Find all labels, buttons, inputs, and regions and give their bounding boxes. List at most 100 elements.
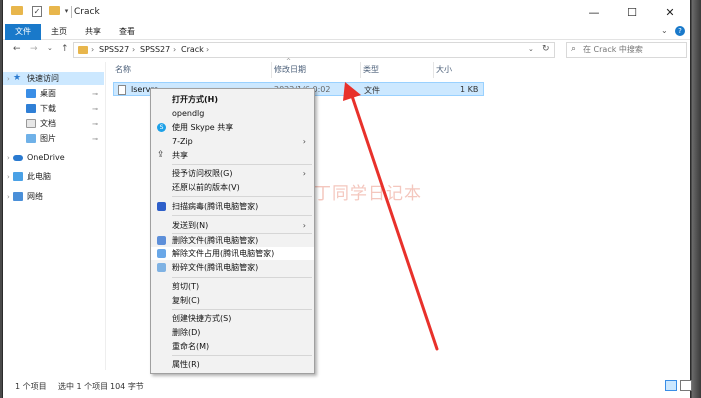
address-bar[interactable]: › SPSS27 › SPSS27 › Crack › ⌄ ↻ [73,42,555,58]
menu-item-label: 粉碎文件(腾讯电脑管家) [172,263,259,272]
recent-locations-icon[interactable]: ⌄ [47,44,53,52]
pictures-icon [26,134,36,143]
submenu-arrow-icon: › [302,169,306,178]
menu-item-share[interactable]: ⇪ 共享 [151,149,314,162]
minimize-button[interactable]: — [577,0,611,24]
breadcrumb-item[interactable]: SPSS27 [99,45,129,54]
menu-item-properties[interactable]: 属性(R) [151,358,314,371]
properties-quick-icon[interactable]: ✓ [32,6,42,17]
sidebar-item-pictures[interactable]: 图片 ⊸ [3,132,104,145]
menu-separator [172,164,312,165]
desktop-icon [26,89,36,98]
chevron-right-icon[interactable]: › [7,154,10,162]
forward-button[interactable]: → [30,44,38,54]
shred-file-icon [157,263,166,272]
column-header-name[interactable]: 名称 [115,64,131,75]
menu-item-open-with[interactable]: 打开方式(H) [151,93,314,106]
pin-icon[interactable]: ⊸ [92,90,98,98]
sidebar-item-label: 文档 [40,119,56,128]
menu-item-copy[interactable]: 复制(C) [151,294,314,307]
menu-item-label: 使用 Skype 共享 [172,123,234,132]
search-input[interactable] [583,45,683,54]
file-size: 1 KB [460,85,479,94]
breadcrumb-separator: › [132,45,136,54]
menu-item-shred-file[interactable]: 粉碎文件(腾讯电脑管家) [151,261,314,274]
search-box[interactable]: ⌕ [566,42,687,58]
menu-item-rename[interactable]: 重命名(M) [151,340,314,353]
sidebar-item-label: 网络 [27,192,43,201]
sidebar-item-onedrive[interactable]: › OneDrive [3,151,104,164]
status-bar: 1 个项目 选中 1 个项目 104 字节 [3,376,692,396]
menu-item-create-shortcut[interactable]: 创建快捷方式(S) [151,312,314,325]
column-header-date[interactable]: 修改日期 [274,64,306,75]
sidebar-item-label: 此电脑 [27,172,51,181]
sidebar-item-network[interactable]: › 网络 [3,190,104,203]
menu-item-label: 解除文件占用(腾讯电脑管家) [172,249,275,258]
sidebar-item-label: 快速访问 [27,74,59,83]
sidebar-item-label: 图片 [40,134,56,143]
large-icons-view-icon[interactable] [680,380,692,391]
breadcrumb-item[interactable]: Crack [181,45,204,54]
chevron-right-icon[interactable]: › [7,173,10,181]
new-folder-quick-icon[interactable] [49,6,60,15]
menu-item-unlock-file[interactable]: 解除文件占用(腾讯电脑管家) [151,247,314,260]
menu-item-7zip[interactable]: 7-Zip › [151,135,314,148]
address-dropdown-icon[interactable]: ⌄ [528,45,534,53]
quick-access-dropdown-icon[interactable]: ▾ [63,6,70,16]
maximize-button[interactable]: ☐ [615,0,649,24]
column-divider[interactable] [360,62,361,78]
sidebar-item-downloads[interactable]: 下载 ⊸ [3,102,104,115]
breadcrumb-item[interactable]: SPSS27 [140,45,170,54]
sidebar-item-this-pc[interactable]: › 此电脑 [3,170,104,183]
menu-item-delete-file-tencent[interactable]: 删除文件(腾讯电脑管家) [151,234,314,247]
close-button[interactable]: ✕ [653,0,687,24]
tab-file[interactable]: 文件 [5,24,41,40]
up-button[interactable]: ↑ [61,44,69,54]
menu-item-delete[interactable]: 删除(D) [151,326,314,339]
menu-item-cut[interactable]: 剪切(T) [151,280,314,293]
pin-icon[interactable]: ⊸ [92,105,98,113]
details-view-icon[interactable] [665,380,677,391]
sidebar-item-documents[interactable]: 文档 ⊸ [3,117,104,130]
title-separator [71,6,72,18]
file-type: 文件 [364,86,380,95]
sidebar-item-label: OneDrive [27,153,65,162]
menu-item-scan-virus[interactable]: 扫描病毒(腾讯电脑管家) [151,200,314,213]
refresh-icon[interactable]: ↻ [542,44,550,54]
search-icon: ⌕ [571,44,577,54]
menu-item-give-access[interactable]: 授予访问权限(G) › [151,167,314,180]
menu-item-send-to[interactable]: 发送到(N) › [151,219,314,232]
menu-separator [172,309,312,310]
back-button[interactable]: ← [13,44,21,54]
pin-icon[interactable]: ⊸ [92,135,98,143]
watermark-text: 丁同学日记本 [314,183,422,204]
pin-icon[interactable]: ⊸ [92,120,98,128]
help-icon[interactable]: ? [675,26,685,36]
menu-separator [172,196,312,197]
skype-icon: S [157,123,166,132]
tab-view[interactable]: 查看 [111,24,143,40]
menu-item-label: 删除文件(腾讯电脑管家) [172,236,259,245]
share-icon: ⇪ [157,150,165,160]
expand-ribbon-icon[interactable]: ⌄ [661,26,668,35]
network-icon [13,192,23,201]
sidebar-item-quick-access[interactable]: › ★ 快速访问 [3,72,104,85]
sidebar-item-desktop[interactable]: 桌面 ⊸ [3,87,104,100]
column-header-size[interactable]: 大小 [436,64,452,75]
chevron-right-icon[interactable]: › [7,75,10,83]
tab-share[interactable]: 共享 [77,24,109,40]
status-selected-count: 选中 1 个项目 [58,382,109,391]
column-divider[interactable] [433,62,434,78]
column-header-type[interactable]: 类型 [363,64,379,75]
menu-item-label: 7-Zip [172,137,193,146]
menu-item-skype-share[interactable]: S 使用 Skype 共享 [151,121,314,134]
menu-item-opendlg[interactable]: opendlg [151,107,314,120]
unlock-file-icon [157,249,166,258]
menu-item-restore-versions[interactable]: 还原以前的版本(V) [151,181,314,194]
column-divider[interactable] [271,62,272,78]
chevron-right-icon[interactable]: › [7,193,10,201]
submenu-arrow-icon: › [302,221,306,230]
folder-icon [78,46,88,54]
status-item-count: 1 个项目 [15,382,47,391]
tab-home[interactable]: 主页 [43,24,75,40]
